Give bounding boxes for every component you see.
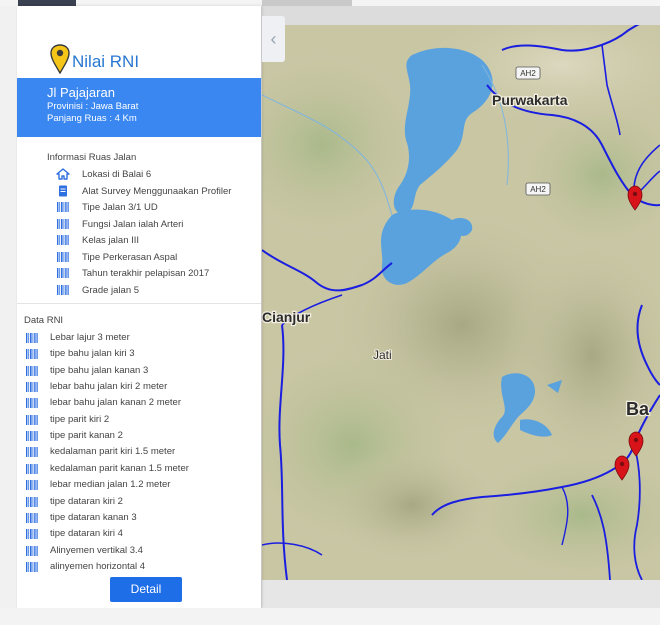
rni-item-label: kedalaman parit kiri 1.5 meter bbox=[50, 446, 176, 458]
rni-item-label: tipe bahu jalan kiri 3 bbox=[50, 348, 135, 360]
ah2-label-mid: AH2 bbox=[530, 185, 546, 194]
rni-item: kedalaman parit kiri 1.5 meter bbox=[25, 444, 255, 460]
map-label-purwakarta: Purwakarta bbox=[492, 92, 568, 108]
ah2-shield-mid: AH2 bbox=[525, 182, 551, 196]
info-item: Tipe Perkerasan Aspal bbox=[56, 250, 256, 266]
info-item: Alat Survey Menggunaakan Profiler bbox=[56, 184, 256, 200]
rni-item: tipe dataran kiri 4 bbox=[25, 526, 255, 542]
rni-item: tipe bahu jalan kiri 3 bbox=[25, 346, 255, 362]
barcode-icon bbox=[26, 512, 38, 523]
road-province: Provinisi : Jawa Barat bbox=[47, 101, 139, 112]
info-item-label: Tahun terakhir pelapisan 2017 bbox=[82, 268, 210, 279]
map-label-bandung: Ba bbox=[626, 399, 650, 419]
map-label-jati: Jati bbox=[373, 348, 392, 362]
left-strip bbox=[0, 6, 17, 608]
barcode-icon bbox=[26, 529, 38, 540]
rni-item-label: tipe dataran kanan 3 bbox=[50, 511, 137, 523]
barcode-icon bbox=[26, 382, 38, 393]
chevron-left-icon: ‹ bbox=[270, 29, 277, 49]
rni-item: lebar median jalan 1.2 meter bbox=[25, 477, 255, 493]
rni-item-label: tipe parit kanan 2 bbox=[50, 430, 123, 442]
rni-item: tipe dataran kanan 3 bbox=[25, 510, 255, 526]
bottom-strip bbox=[0, 608, 660, 625]
barcode-icon bbox=[26, 480, 38, 491]
map-canvas[interactable]: AH2 AH2 Purwakarta Cianjur Jati Ba bbox=[262, 25, 660, 580]
info-item: Tipe Jalan 3/1 UD bbox=[56, 200, 256, 216]
rni-item-label: Alinyemen vertikal 3.4 bbox=[50, 544, 143, 556]
rni-item: tipe parit kiri 2 bbox=[25, 412, 255, 428]
info-item-label: Lokasi di Balai 6 bbox=[82, 169, 152, 180]
ah2-shield-top: AH2 bbox=[515, 66, 541, 80]
rni-item: lebar bahu jalan kiri 2 meter bbox=[25, 379, 255, 395]
info-item-label: Kelas jalan III bbox=[82, 235, 140, 246]
road-header: Jl Pajajaran Provinisi : Jawa Barat Panj… bbox=[17, 78, 261, 137]
rni-item: kedalaman parit kanan 1.5 meter bbox=[25, 461, 255, 477]
rni-item-label: lebar median jalan 1.2 meter bbox=[50, 479, 171, 491]
info-item: Kelas jalan III bbox=[56, 233, 256, 249]
info-section-label: Informasi Ruas Jalan bbox=[47, 152, 137, 163]
home-icon bbox=[56, 168, 70, 180]
document-icon bbox=[59, 185, 67, 196]
ah2-label-top: AH2 bbox=[520, 69, 536, 78]
rni-item-label: Lebar lajur 3 meter bbox=[50, 332, 130, 343]
barcode-icon bbox=[57, 202, 69, 212]
rni-item: tipe bahu jalan kanan 3 bbox=[25, 363, 255, 379]
info-item-label: Tipe Perkerasan Aspal bbox=[82, 251, 178, 263]
barcode-icon bbox=[26, 398, 38, 409]
panel-title-text: Nilai RNI bbox=[72, 52, 140, 71]
info-item: Tahun terakhir pelapisan 2017 bbox=[56, 266, 256, 282]
rni-item: alinyemen horizontal 4 bbox=[25, 559, 255, 575]
road-name: Jl Pajajaran bbox=[47, 85, 115, 100]
barcode-icon bbox=[26, 349, 38, 360]
barcode-icon bbox=[26, 414, 38, 425]
info-item: Lokasi di Balai 6 bbox=[56, 167, 256, 183]
rni-section-label: Data RNI bbox=[24, 315, 64, 326]
rni-item: lebar bahu jalan kanan 2 meter bbox=[25, 395, 255, 411]
detail-button[interactable]: Detail bbox=[110, 577, 182, 602]
barcode-icon bbox=[26, 545, 38, 556]
rni-item-label: alinyemen horizontal 4 bbox=[50, 560, 146, 572]
barcode-icon bbox=[26, 431, 38, 442]
map-pin-icon bbox=[50, 44, 70, 74]
barcode-icon bbox=[57, 218, 69, 229]
rni-item-label: tipe dataran kiri 2 bbox=[50, 495, 123, 507]
barcode-icon bbox=[57, 251, 69, 262]
info-item-label: Alat Survey Menggunaakan Profiler bbox=[82, 185, 232, 197]
barcode-icon bbox=[26, 496, 38, 507]
collapse-panel-button[interactable]: ‹ bbox=[262, 16, 285, 62]
info-panel: Nilai RNI Jl Pajajaran Provinisi : Jawa … bbox=[17, 6, 261, 608]
rni-item-label: tipe bahu jalan kanan 3 bbox=[50, 364, 149, 376]
rni-item: tipe parit kanan 2 bbox=[25, 428, 255, 444]
barcode-icon bbox=[26, 447, 38, 458]
rni-item: Lebar lajur 3 meter bbox=[25, 330, 255, 346]
map-footer bbox=[262, 580, 660, 608]
barcode-icon bbox=[57, 268, 69, 278]
info-item-label: Fungsi Jalan ialah Arteri bbox=[82, 218, 184, 230]
info-item: Fungsi Jalan ialah Arteri bbox=[56, 217, 256, 233]
rni-item-label: tipe parit kiri 2 bbox=[50, 413, 110, 425]
barcode-icon bbox=[57, 235, 69, 245]
rni-item-label: lebar bahu jalan kiri 2 meter bbox=[50, 381, 168, 393]
barcode-icon bbox=[57, 284, 69, 295]
barcode-icon bbox=[26, 561, 38, 572]
barcode-icon bbox=[26, 333, 38, 343]
info-item-label: Grade jalan 5 bbox=[82, 284, 140, 296]
barcode-icon bbox=[26, 365, 38, 376]
road-length: Panjang Ruas : 4 Km bbox=[47, 113, 137, 124]
rni-item: Alinyemen vertikal 3.4 bbox=[25, 543, 255, 559]
rni-item: tipe dataran kiri 2 bbox=[25, 494, 255, 510]
info-item: Grade jalan 5 bbox=[56, 283, 256, 299]
rni-item-label: tipe dataran kiri 4 bbox=[50, 528, 123, 540]
map-label-cianjur: Cianjur bbox=[262, 309, 311, 325]
rni-item-label: lebar bahu jalan kanan 2 meter bbox=[50, 397, 181, 409]
map-view[interactable]: AH2 AH2 Purwakarta Cianjur Jati Ba bbox=[262, 25, 660, 580]
barcode-icon bbox=[26, 463, 38, 474]
divider bbox=[17, 303, 261, 304]
rni-item-label: kedalaman parit kanan 1.5 meter bbox=[50, 462, 189, 474]
info-item-label: Tipe Jalan 3/1 UD bbox=[82, 202, 158, 213]
